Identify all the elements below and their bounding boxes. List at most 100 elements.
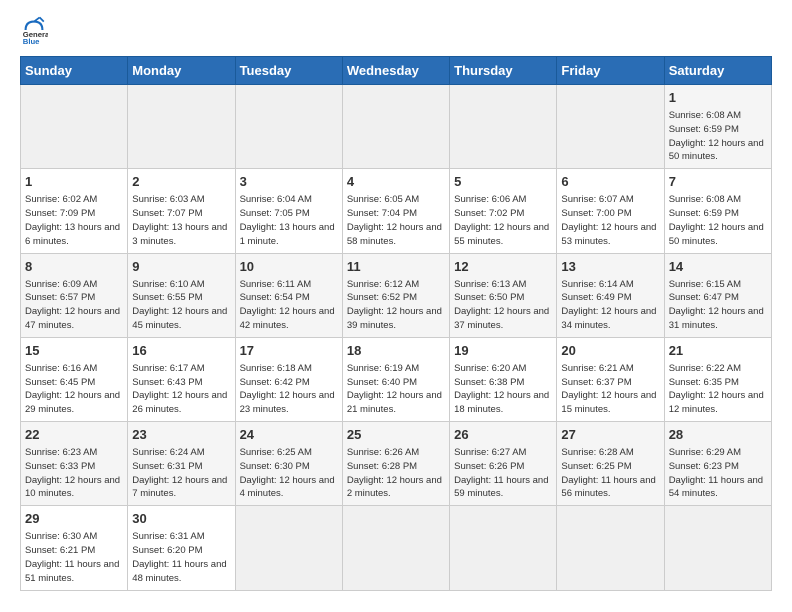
calendar-cell: 12Sunrise: 6:13 AM Sunset: 6:50 PM Dayli… xyxy=(450,253,557,337)
day-info: Sunrise: 6:18 AM Sunset: 6:42 PM Dayligh… xyxy=(240,362,338,417)
calendar-cell xyxy=(21,85,128,169)
day-number: 21 xyxy=(669,342,767,360)
day-number: 10 xyxy=(240,258,338,276)
header-row: Sunday Monday Tuesday Wednesday Thursday… xyxy=(21,57,772,85)
day-info: Sunrise: 6:09 AM Sunset: 6:57 PM Dayligh… xyxy=(25,278,123,333)
day-number: 16 xyxy=(132,342,230,360)
calendar-cell xyxy=(450,85,557,169)
day-number: 1 xyxy=(25,173,123,191)
day-number: 18 xyxy=(347,342,445,360)
calendar-cell xyxy=(557,506,664,590)
day-info: Sunrise: 6:26 AM Sunset: 6:28 PM Dayligh… xyxy=(347,446,445,501)
header-thursday: Thursday xyxy=(450,57,557,85)
day-number: 2 xyxy=(132,173,230,191)
calendar-cell: 19 Sunrise: 6:20 AM Sunset: 6:38 PM Dayli… xyxy=(450,337,557,421)
calendar-cell: 23 Sunrise: 6:24 AM Sunset: 6:31 PM Dayli… xyxy=(128,422,235,506)
day-number: 7 xyxy=(669,173,767,191)
calendar-cell xyxy=(128,85,235,169)
header-sunday: Sunday xyxy=(21,57,128,85)
day-number: 26 xyxy=(454,426,552,444)
day-number: 19 xyxy=(454,342,552,360)
day-number: 6 xyxy=(561,173,659,191)
calendar-cell: 24 Sunrise: 6:25 AM Sunset: 6:30 PM Dayli… xyxy=(235,422,342,506)
day-number: 28 xyxy=(669,426,767,444)
day-number: 9 xyxy=(132,258,230,276)
calendar-cell: 16Sunrise: 6:17 AM Sunset: 6:43 PM Dayli… xyxy=(128,337,235,421)
day-number: 11 xyxy=(347,258,445,276)
calendar-cell: 13 Sunrise: 6:14 AM Sunset: 6:49 PM Dayli… xyxy=(557,253,664,337)
calendar-cell: 27Sunrise: 6:28 AM Sunset: 6:25 PM Dayli… xyxy=(557,422,664,506)
calendar-cell: 28 Sunrise: 6:29 AM Sunset: 6:23 PM Dayli… xyxy=(664,422,771,506)
calendar-row: 29Sunrise: 6:30 AM Sunset: 6:21 PM Dayli… xyxy=(21,506,772,590)
day-number: 29 xyxy=(25,510,123,528)
header-saturday: Saturday xyxy=(664,57,771,85)
day-number: 4 xyxy=(347,173,445,191)
day-info: Sunrise: 6:08 AM Sunset: 6:59 PM Dayligh… xyxy=(669,193,767,248)
calendar-cell: 1Sunrise: 6:02 AM Sunset: 7:09 PM Daylig… xyxy=(21,169,128,253)
day-info: Sunrise: 6:25 AM Sunset: 6:30 PM Dayligh… xyxy=(240,446,338,501)
calendar-cell: 5 Sunrise: 6:06 AM Sunset: 7:02 PM Daylig… xyxy=(450,169,557,253)
main-container: General Blue Sunday Monday Tuesday Wedne… xyxy=(0,0,792,601)
day-info: Sunrise: 6:12 AM Sunset: 6:52 PM Dayligh… xyxy=(347,278,445,333)
day-info: Sunrise: 6:07 AM Sunset: 7:00 PM Dayligh… xyxy=(561,193,659,248)
day-info: Sunrise: 6:10 AM Sunset: 6:55 PM Dayligh… xyxy=(132,278,230,333)
header-wednesday: Wednesday xyxy=(342,57,449,85)
calendar-cell: 8 Sunrise: 6:09 AM Sunset: 6:57 PM Daylig… xyxy=(21,253,128,337)
calendar-cell xyxy=(235,85,342,169)
day-info: Sunrise: 6:23 AM Sunset: 6:33 PM Dayligh… xyxy=(25,446,123,501)
day-info: Sunrise: 6:03 AM Sunset: 7:07 PM Dayligh… xyxy=(132,193,230,248)
day-number: 13 xyxy=(561,258,659,276)
calendar-cell xyxy=(557,85,664,169)
day-number: 24 xyxy=(240,426,338,444)
day-info: Sunrise: 6:14 AM Sunset: 6:49 PM Dayligh… xyxy=(561,278,659,333)
calendar-row: 1 Sunrise: 6:08 AM Sunset: 6:59 PM Daylig… xyxy=(21,85,772,169)
day-number: 5 xyxy=(454,173,552,191)
calendar-cell: 17 Sunrise: 6:18 AM Sunset: 6:42 PM Dayli… xyxy=(235,337,342,421)
day-number: 22 xyxy=(25,426,123,444)
day-info: Sunrise: 6:08 AM Sunset: 6:59 PM Dayligh… xyxy=(669,109,767,164)
svg-text:Blue: Blue xyxy=(23,37,40,44)
day-info: Sunrise: 6:11 AM Sunset: 6:54 PM Dayligh… xyxy=(240,278,338,333)
calendar-cell xyxy=(342,85,449,169)
day-number: 23 xyxy=(132,426,230,444)
calendar-cell: 30Sunrise: 6:31 AM Sunset: 6:20 PM Dayli… xyxy=(128,506,235,590)
logo: General Blue xyxy=(20,16,52,44)
day-number: 1 xyxy=(669,89,767,107)
day-info: Sunrise: 6:06 AM Sunset: 7:02 PM Dayligh… xyxy=(454,193,552,248)
header: General Blue xyxy=(20,16,772,44)
calendar-cell: 29Sunrise: 6:30 AM Sunset: 6:21 PM Dayli… xyxy=(21,506,128,590)
calendar-row: 1Sunrise: 6:02 AM Sunset: 7:09 PM Daylig… xyxy=(21,169,772,253)
calendar-cell xyxy=(664,506,771,590)
calendar-row: 8 Sunrise: 6:09 AM Sunset: 6:57 PM Daylig… xyxy=(21,253,772,337)
calendar-cell: 20Sunrise: 6:21 AM Sunset: 6:37 PM Dayli… xyxy=(557,337,664,421)
calendar-cell: 10 Sunrise: 6:11 AM Sunset: 6:54 PM Dayli… xyxy=(235,253,342,337)
calendar-cell xyxy=(342,506,449,590)
day-info: Sunrise: 6:04 AM Sunset: 7:05 PM Dayligh… xyxy=(240,193,338,248)
calendar-cell: 3Sunrise: 6:04 AM Sunset: 7:05 PM Daylig… xyxy=(235,169,342,253)
header-friday: Friday xyxy=(557,57,664,85)
day-info: Sunrise: 6:29 AM Sunset: 6:23 PM Dayligh… xyxy=(669,446,767,501)
calendar-cell xyxy=(450,506,557,590)
calendar-cell: 9 Sunrise: 6:10 AM Sunset: 6:55 PM Daylig… xyxy=(128,253,235,337)
day-info: Sunrise: 6:13 AM Sunset: 6:50 PM Dayligh… xyxy=(454,278,552,333)
calendar-cell: 26Sunrise: 6:27 AM Sunset: 6:26 PM Dayli… xyxy=(450,422,557,506)
calendar-table: Sunday Monday Tuesday Wednesday Thursday… xyxy=(20,56,772,591)
day-number: 14 xyxy=(669,258,767,276)
day-number: 30 xyxy=(132,510,230,528)
day-info: Sunrise: 6:24 AM Sunset: 6:31 PM Dayligh… xyxy=(132,446,230,501)
calendar-row: 15 Sunrise: 6:16 AM Sunset: 6:45 PM Dayli… xyxy=(21,337,772,421)
day-number: 17 xyxy=(240,342,338,360)
calendar-cell: 2 Sunrise: 6:03 AM Sunset: 7:07 PM Daylig… xyxy=(128,169,235,253)
calendar-cell: 25 Sunrise: 6:26 AM Sunset: 6:28 PM Dayli… xyxy=(342,422,449,506)
day-info: Sunrise: 6:20 AM Sunset: 6:38 PM Dayligh… xyxy=(454,362,552,417)
day-info: Sunrise: 6:05 AM Sunset: 7:04 PM Dayligh… xyxy=(347,193,445,248)
day-number: 8 xyxy=(25,258,123,276)
calendar-cell xyxy=(235,506,342,590)
day-number: 27 xyxy=(561,426,659,444)
day-number: 15 xyxy=(25,342,123,360)
day-number: 25 xyxy=(347,426,445,444)
header-monday: Monday xyxy=(128,57,235,85)
calendar-body: 1 Sunrise: 6:08 AM Sunset: 6:59 PM Daylig… xyxy=(21,85,772,591)
day-info: Sunrise: 6:15 AM Sunset: 6:47 PM Dayligh… xyxy=(669,278,767,333)
day-info: Sunrise: 6:16 AM Sunset: 6:45 PM Dayligh… xyxy=(25,362,123,417)
